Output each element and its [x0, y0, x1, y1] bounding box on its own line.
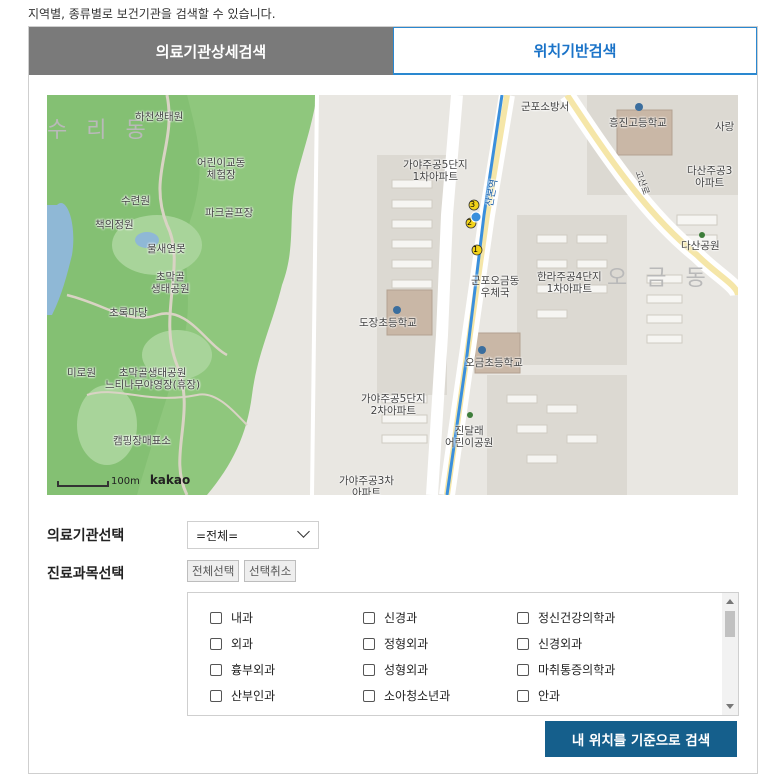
map-label-campshop: 캠핑장매표소	[113, 435, 171, 447]
subject-label: 진료과목선택	[47, 566, 125, 582]
map-label-dasanpark: 다산공원	[681, 240, 720, 252]
map-label-miro: 미로원	[67, 367, 96, 379]
map-label-suryeonwon: 수련원	[121, 195, 150, 207]
checkbox[interactable]	[517, 637, 529, 650]
subject-item[interactable]: 안과	[517, 687, 560, 704]
intro-text: 지역별, 종류별로 보건기관을 검색할 수 있습니다.	[28, 7, 276, 21]
map-label-sarang: 사랑	[715, 121, 735, 133]
map-label-dasan3: 다산주공3 아파트	[687, 165, 733, 189]
subject-item[interactable]: 정형외과	[363, 635, 428, 652]
checkbox[interactable]	[517, 663, 529, 676]
map-label-gaya5-2: 가야주공5단지 2차아파트	[361, 393, 426, 417]
map-label-hanla4: 한라주공4단지 1차아파트	[537, 271, 602, 295]
select-all-button[interactable]: 전체선택	[187, 560, 240, 582]
subject-item[interactable]: 신경외과	[517, 635, 582, 652]
map-label-ogeum-school: 오금초등학교	[465, 357, 523, 369]
search-panel: 의료기관상세검색 위치기반검색 수 리 동 오 금 동 하천생태원 어린이교동 …	[28, 26, 758, 774]
subject-item[interactable]: 흉부외과	[210, 661, 275, 678]
district-label-ogeum: 오 금 동	[607, 266, 712, 291]
map-label-chaegui: 책의정원	[95, 219, 134, 231]
chevron-down-icon	[297, 525, 310, 538]
subject-item[interactable]: 마취통증의학과	[517, 661, 615, 678]
subject-item[interactable]: 내과	[210, 609, 253, 626]
station-exit-1: 1	[473, 245, 479, 254]
scale-bar	[57, 481, 109, 487]
checkbox[interactable]	[363, 663, 375, 676]
map[interactable]: 수 리 동 오 금 동 하천생태원 어린이교동 체험장 수련원 책의정원 파크골…	[47, 95, 738, 495]
subject-item[interactable]: 외과	[210, 635, 253, 652]
tab-detail-search[interactable]: 의료기관상세검색	[29, 27, 393, 75]
map-label-heungjin: 흥진고등학교	[609, 117, 667, 129]
checkbox[interactable]	[210, 663, 222, 676]
map-label-jindalrae: 진달래 어린이공원	[445, 425, 494, 449]
map-label-chorok: 초록마당	[109, 307, 148, 319]
institution-label: 의료기관선택	[47, 528, 125, 544]
checkbox[interactable]	[210, 611, 222, 624]
checkbox[interactable]	[517, 611, 529, 624]
institution-select[interactable]: =전체=	[187, 521, 319, 549]
map-label-parkgolf: 파크골프장	[205, 207, 254, 219]
map-label-gaya5-1: 가야주공5단지 1차아파트	[403, 159, 468, 183]
scroll-down-icon[interactable]	[726, 704, 734, 709]
subject-item[interactable]: 신경과	[363, 609, 417, 626]
checkbox[interactable]	[363, 637, 375, 650]
district-label-suri: 수 리 동	[47, 118, 152, 143]
scrollbar[interactable]	[722, 593, 738, 715]
scroll-up-icon[interactable]	[726, 599, 734, 604]
map-label-chomakgol: 초막골 생태공원	[151, 271, 190, 295]
search-by-location-button[interactable]: 내 위치를 기준으로 검색	[545, 721, 737, 757]
map-label-postoffice: 군포오금동 우체국	[471, 275, 520, 299]
map-label-mulsae: 물새연못	[147, 243, 186, 255]
institution-select-value: =전체=	[196, 528, 239, 543]
scroll-thumb[interactable]	[725, 611, 735, 637]
map-label-fire: 군포소방서	[521, 101, 570, 113]
map-label-campground: 초막골생태공원 느티나무야영장(휴장)	[105, 367, 201, 391]
subject-item[interactable]: 정신건강의학과	[517, 609, 615, 626]
deselect-button[interactable]: 선택취소	[244, 560, 297, 582]
station-exit-3: 3	[470, 200, 476, 209]
scale-label: 100m	[111, 476, 140, 487]
search-tabs: 의료기관상세검색 위치기반검색	[29, 27, 757, 75]
checkbox[interactable]	[210, 637, 222, 650]
subject-item[interactable]: 소아청소년과	[363, 687, 450, 704]
map-label-childrenfarm: 어린이교동 체험장	[197, 157, 246, 181]
tab-location-search[interactable]: 위치기반검색	[393, 27, 757, 75]
subject-checkbox-list[interactable]: 내과 신경과 정신건강의학과 외과 정형외과 신경외과 흉부외과 성형외과 마취…	[187, 592, 739, 716]
subject-item[interactable]: 성형외과	[363, 661, 428, 678]
map-label-gaya3: 가야주공3차 아파트	[339, 475, 394, 495]
subject-item[interactable]: 산부인과	[210, 687, 275, 704]
map-label-dojang: 도장초등학교	[359, 317, 417, 329]
checkbox[interactable]	[363, 611, 375, 624]
kakao-logo: kakao	[149, 473, 191, 487]
checkbox[interactable]	[517, 689, 529, 702]
map-label-haecheon: 하천생태원	[135, 111, 184, 123]
checkbox[interactable]	[210, 689, 222, 702]
station-exit-2: 2	[467, 218, 473, 227]
map-scale: 100m kakao	[57, 473, 190, 487]
checkbox[interactable]	[363, 689, 375, 702]
